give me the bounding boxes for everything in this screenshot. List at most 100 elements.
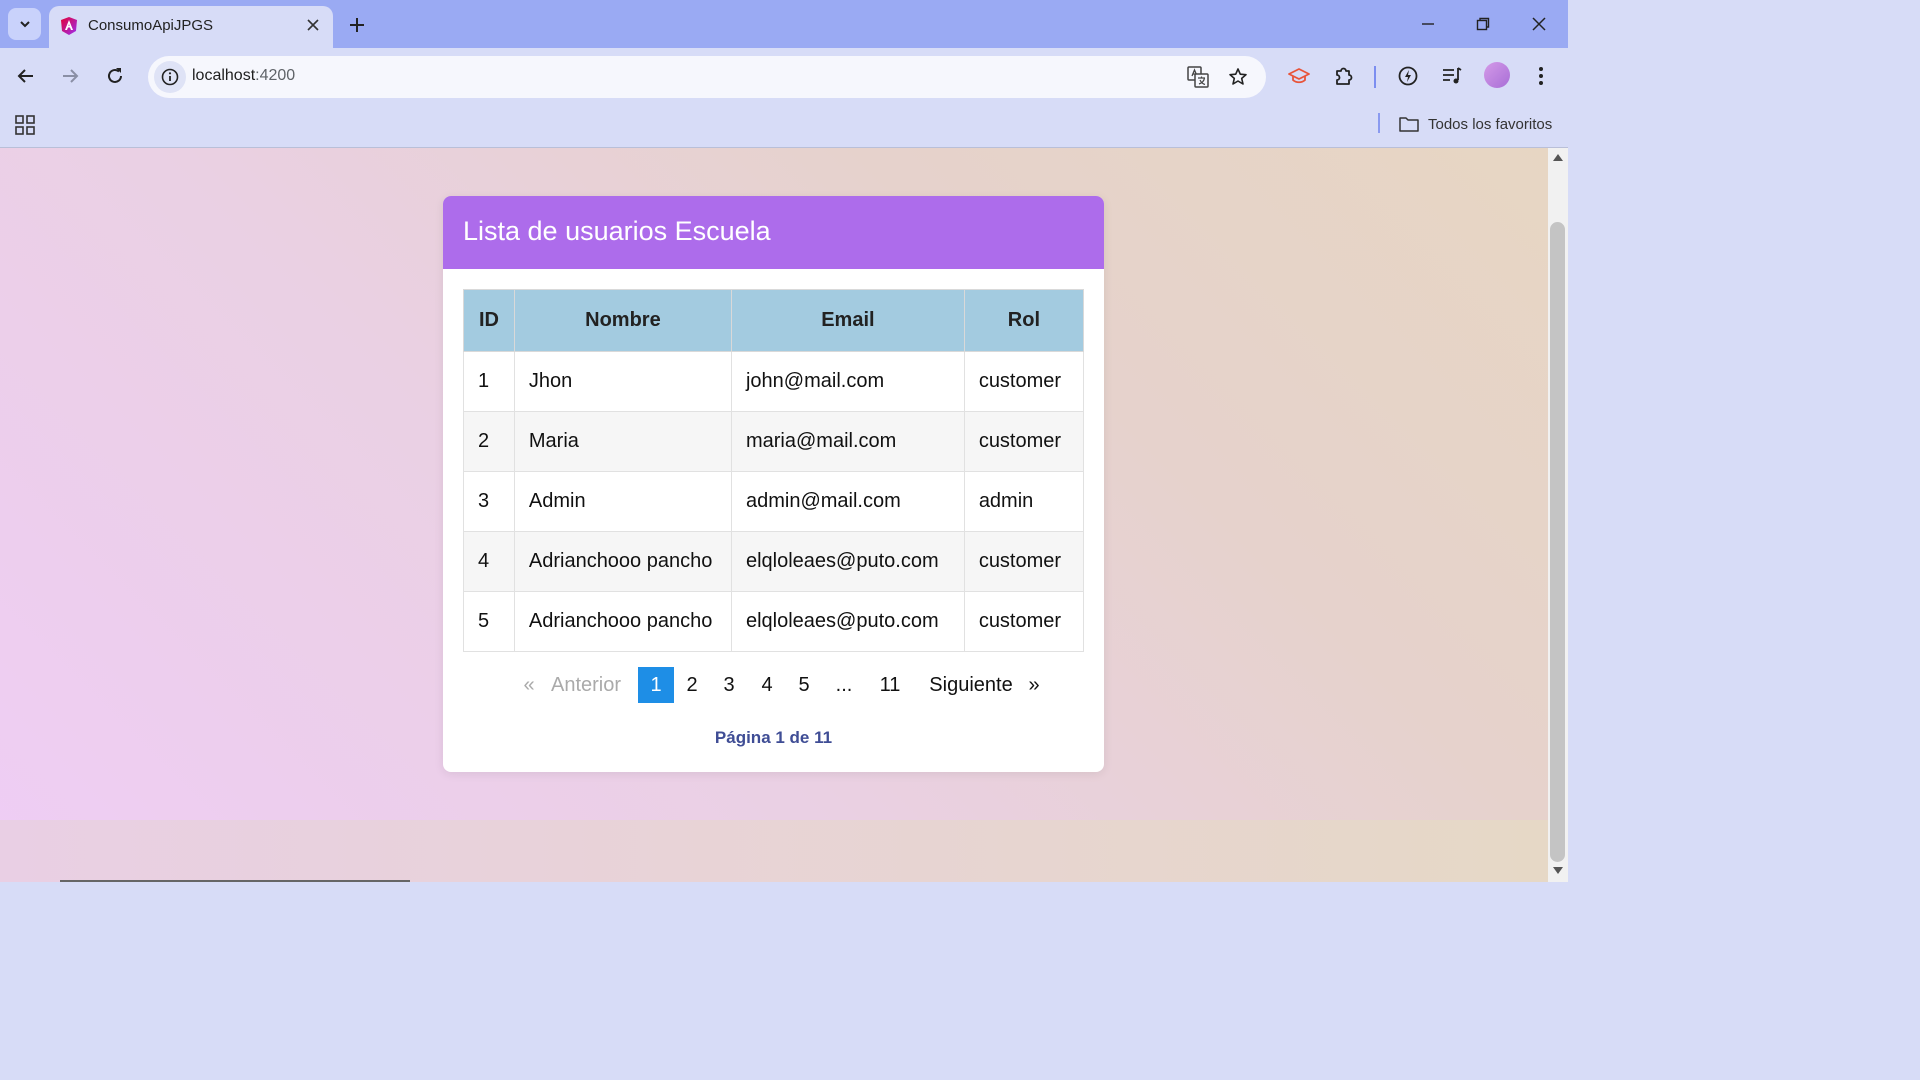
tab-title: ConsumoApiJPGS	[88, 17, 214, 34]
close-window-button[interactable]	[1519, 8, 1559, 40]
url-text: localhost:4200	[192, 67, 295, 85]
pagination-first-icon: «	[523, 674, 535, 696]
toolbar-divider	[1374, 66, 1376, 88]
translate-button[interactable]	[1186, 66, 1210, 88]
page-viewport: Lista de usuarios Escuela ID Nombre Emai…	[0, 148, 1548, 882]
plus-icon	[350, 18, 364, 32]
cell-rol: admin	[963, 471, 1085, 532]
url-port: :4200	[255, 67, 296, 84]
table-row: 3 Admin admin@mail.com admin	[463, 471, 1085, 532]
cell-id: 4	[463, 531, 515, 592]
profile-avatar[interactable]	[1484, 62, 1510, 88]
table-row: 2 Maria maria@mail.com customer	[463, 411, 1085, 472]
table-row: 4 Adrianchooo pancho elqloleaes@puto.com…	[463, 531, 1085, 592]
tab-close-button[interactable]	[303, 15, 323, 35]
taskbar-edge	[60, 880, 410, 882]
cell-email: admin@mail.com	[730, 471, 965, 532]
playlist-music-icon	[1443, 67, 1462, 84]
folder-icon	[1399, 117, 1419, 132]
cell-nombre: Admin	[513, 471, 732, 532]
cell-email: elqloleaes@puto.com	[730, 591, 965, 652]
scrollbar-thumb[interactable]	[1550, 222, 1565, 862]
tab-search-button[interactable]	[8, 8, 41, 40]
pagination-next-button[interactable]: Siguiente	[926, 667, 1016, 703]
pagination-page-4[interactable]: 4	[756, 667, 778, 703]
info-icon	[161, 68, 179, 86]
reload-button[interactable]	[101, 62, 129, 90]
table-row: 5 Adrianchooo pancho elqloleaes@puto.com…	[463, 591, 1085, 652]
minimize-icon	[1422, 23, 1434, 25]
page-title: Lista de usuarios Escuela	[463, 216, 771, 246]
graduation-cap-icon	[1288, 68, 1310, 84]
cell-rol: customer	[963, 531, 1085, 592]
pagination-ellipsis: ...	[835, 674, 853, 696]
browser-tab[interactable]: ConsumoApiJPGS	[49, 6, 333, 48]
cell-email: elqloleaes@puto.com	[730, 531, 965, 592]
cell-nombre: Maria	[513, 411, 732, 472]
more-vertical-icon	[1539, 67, 1543, 85]
cell-rol: customer	[963, 351, 1085, 412]
card-header: Lista de usuarios Escuela	[443, 196, 1104, 269]
pagination-page-2[interactable]: 2	[681, 667, 703, 703]
column-header-id: ID	[463, 289, 515, 352]
cell-id: 3	[463, 471, 515, 532]
chevron-down-icon	[19, 21, 30, 28]
users-card: Lista de usuarios Escuela ID Nombre Emai…	[443, 196, 1104, 772]
star-icon	[1229, 68, 1247, 85]
bookmarks-divider	[1378, 113, 1380, 133]
bookmarks-bar: Todos los favoritos	[0, 104, 1568, 148]
browser-toolbar: localhost:4200	[0, 48, 1568, 104]
page-info: Página 1 de 11	[714, 728, 833, 747]
angular-icon	[61, 17, 77, 35]
scroll-down-arrow-icon[interactable]	[1553, 867, 1563, 874]
puzzle-icon	[1336, 67, 1353, 85]
url-host: localhost	[192, 67, 256, 84]
forward-button[interactable]	[56, 62, 84, 90]
performance-button[interactable]	[1394, 62, 1422, 90]
pagination-page-1[interactable]: 1	[638, 667, 674, 703]
cell-id: 1	[463, 351, 515, 412]
restore-button[interactable]	[1463, 8, 1503, 40]
back-button[interactable]	[12, 62, 40, 90]
scroll-up-arrow-icon[interactable]	[1553, 154, 1563, 161]
page-footer-area	[0, 820, 1548, 882]
apps-grid-icon[interactable]	[14, 114, 36, 136]
extension-graduation-button[interactable]	[1285, 62, 1313, 90]
arrow-right-icon	[63, 69, 79, 83]
cell-rol: customer	[963, 591, 1085, 652]
all-bookmarks-folder[interactable]: Todos los favoritos	[1398, 111, 1552, 137]
translate-icon	[1187, 66, 1209, 88]
media-controls-button[interactable]	[1438, 62, 1466, 90]
cell-id: 2	[463, 411, 515, 472]
close-icon	[1532, 17, 1546, 31]
pagination-last-icon[interactable]: »	[1027, 667, 1041, 703]
new-tab-button[interactable]	[344, 12, 370, 38]
column-header-rol: Rol	[963, 289, 1085, 352]
bookmark-star-button[interactable]	[1226, 66, 1250, 88]
cell-email: maria@mail.com	[730, 411, 965, 472]
pagination-prev-button[interactable]: Anterior	[547, 667, 625, 703]
pagination-page-5[interactable]: 5	[793, 667, 815, 703]
speed-icon	[1398, 66, 1418, 86]
cell-nombre: Adrianchooo pancho	[513, 531, 732, 592]
address-bar[interactable]: localhost:4200	[148, 56, 1266, 98]
all-bookmarks-label: Todos los favoritos	[1428, 115, 1553, 133]
minimize-button[interactable]	[1408, 8, 1448, 40]
cell-nombre: Adrianchooo pancho	[513, 591, 732, 652]
close-icon	[307, 19, 319, 31]
cell-nombre: Jhon	[513, 351, 732, 412]
column-header-email: Email	[730, 289, 965, 352]
pagination-page-11[interactable]: 11	[875, 667, 905, 703]
pagination-page-3[interactable]: 3	[718, 667, 740, 703]
restore-icon	[1476, 17, 1490, 31]
arrow-left-icon	[17, 69, 33, 83]
site-info-button[interactable]	[154, 61, 186, 93]
cell-rol: customer	[963, 411, 1085, 472]
cell-email: john@mail.com	[730, 351, 965, 412]
browser-menu-button[interactable]	[1527, 62, 1555, 90]
extensions-button[interactable]	[1330, 62, 1358, 90]
reload-icon	[108, 68, 122, 83]
page-scrollbar[interactable]	[1548, 148, 1568, 882]
column-header-nombre: Nombre	[513, 289, 732, 352]
cell-id: 5	[463, 591, 515, 652]
